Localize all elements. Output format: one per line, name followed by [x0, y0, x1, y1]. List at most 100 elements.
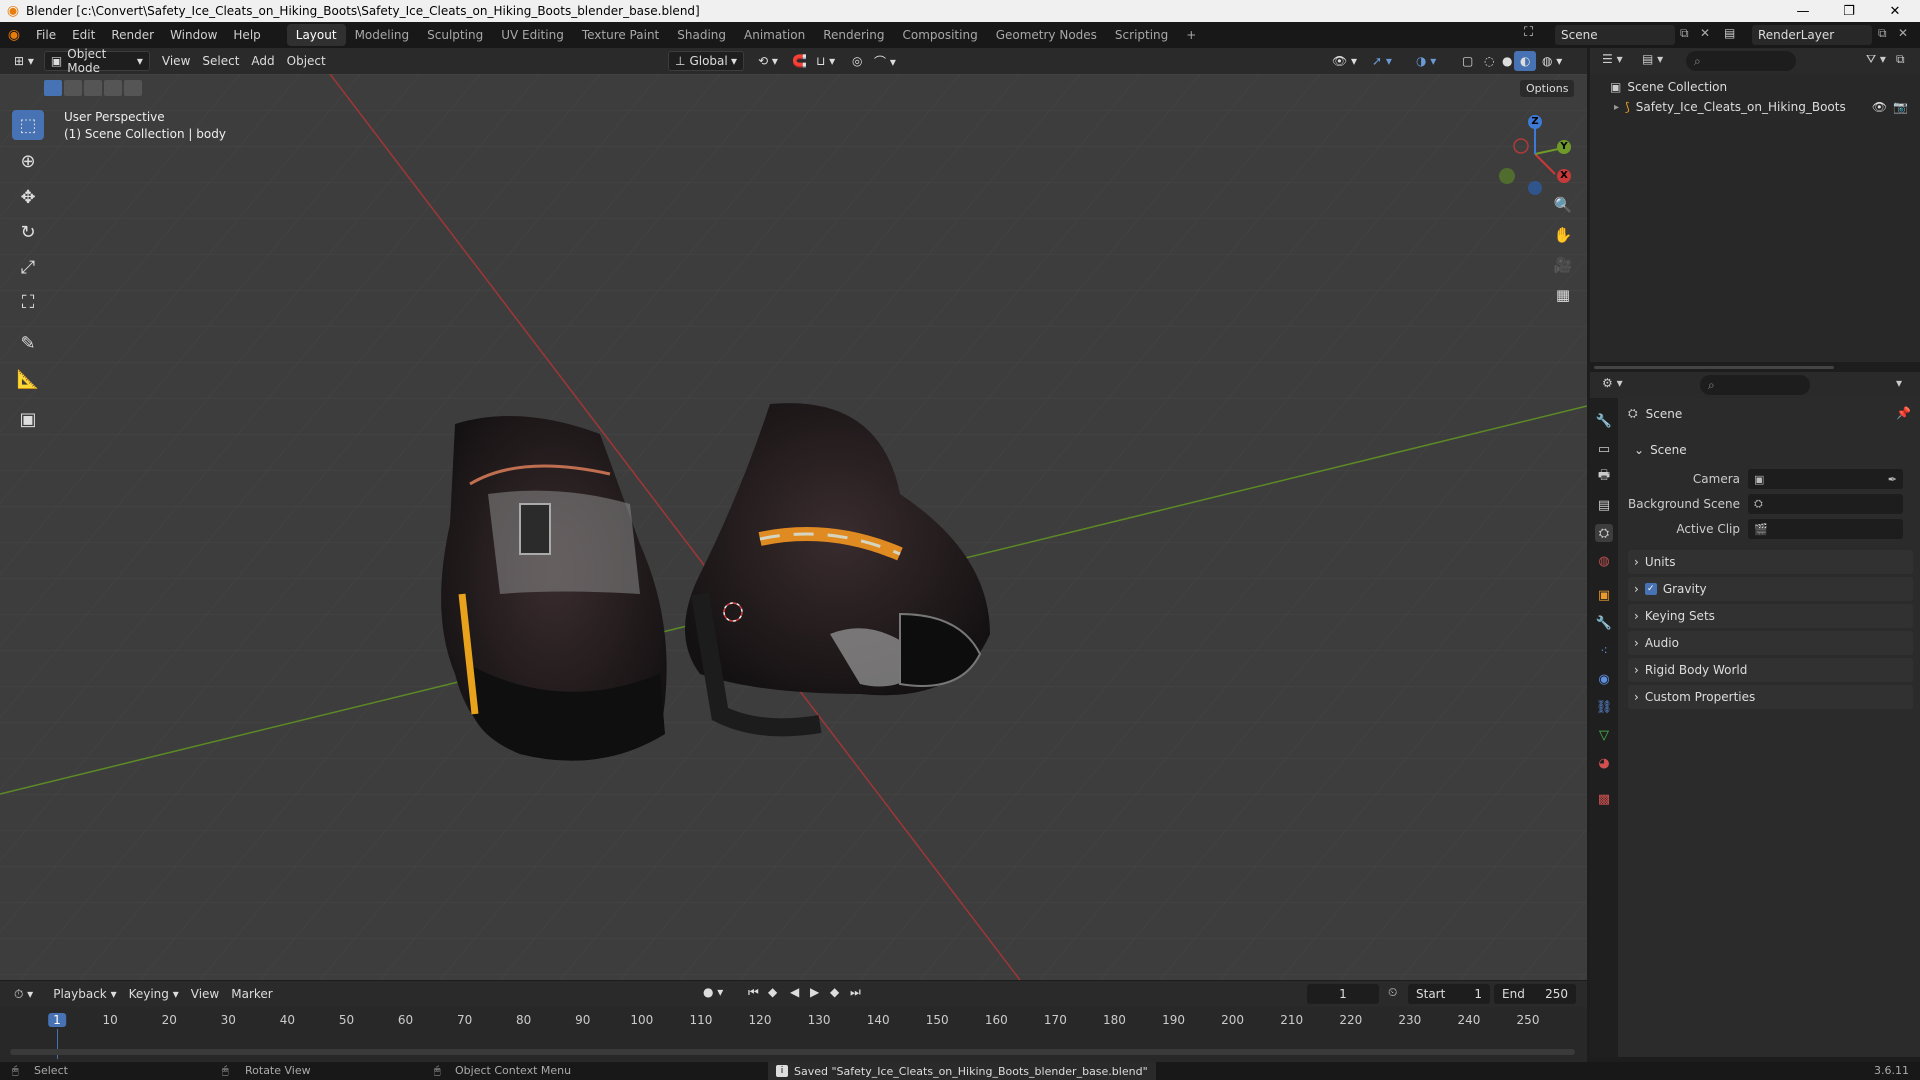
- scene-section-header[interactable]: ⌄ Scene: [1628, 438, 1913, 462]
- options-dropdown[interactable]: Options: [1520, 80, 1575, 97]
- menu-help[interactable]: Help: [225, 22, 268, 48]
- select-intersect-icon[interactable]: [124, 80, 142, 96]
- view-layer-tab-icon[interactable]: ▤: [1595, 496, 1613, 514]
- object-tab-icon[interactable]: ▣: [1595, 586, 1613, 604]
- tab-shading[interactable]: Shading: [668, 24, 735, 46]
- select-extend-icon[interactable]: [64, 80, 82, 96]
- render-layer-field[interactable]: RenderLayer: [1752, 25, 1872, 45]
- gravity-section[interactable]: › ✓ Gravity: [1628, 577, 1913, 601]
- maximize-button[interactable]: ❐: [1826, 0, 1872, 22]
- outliner-scrollbar[interactable]: [1594, 366, 1834, 369]
- scene-selector-icon[interactable]: ⛶: [1524, 25, 1533, 40]
- play-reverse-icon[interactable]: ◀: [790, 985, 799, 999]
- select-box-tool[interactable]: ⬚: [12, 110, 44, 140]
- custom-properties-section[interactable]: › Custom Properties: [1628, 685, 1913, 709]
- tool-tab-icon[interactable]: 🔧: [1595, 412, 1613, 430]
- add-workspace-button[interactable]: +: [1177, 24, 1205, 46]
- pivot-point-icon[interactable]: ⟲ ▾: [752, 51, 784, 71]
- start-frame-field[interactable]: Start 1: [1408, 984, 1490, 1004]
- properties-options-icon[interactable]: ▾: [1896, 376, 1902, 390]
- select-subtract-icon[interactable]: [84, 80, 102, 96]
- visibility-icon[interactable]: 👁 ▾: [1326, 51, 1363, 71]
- gizmo-toggle-icon[interactable]: ➚ ▾: [1366, 51, 1398, 71]
- new-collection-icon[interactable]: ⧉: [1896, 52, 1905, 67]
- tab-scripting[interactable]: Scripting: [1106, 24, 1177, 46]
- menu-file[interactable]: File: [28, 22, 64, 48]
- menu-add[interactable]: Add: [245, 51, 280, 71]
- editor-type-icon[interactable]: ⊞ ▾: [8, 51, 40, 71]
- rotate-tool[interactable]: ↻: [12, 217, 44, 247]
- constraints-tab-icon[interactable]: ⛓: [1595, 698, 1613, 716]
- keying-sets-section[interactable]: › Keying Sets: [1628, 604, 1913, 628]
- background-scene-field[interactable]: ⛭: [1748, 494, 1903, 514]
- select-invert-icon[interactable]: [104, 80, 122, 96]
- cursor-tool[interactable]: ⊕: [12, 146, 44, 176]
- delete-scene-icon[interactable]: ✕: [1700, 26, 1710, 40]
- menu-render[interactable]: Render: [103, 22, 162, 48]
- gravity-checkbox[interactable]: ✓: [1644, 583, 1657, 595]
- camera-field[interactable]: ▣ ✒: [1748, 469, 1903, 489]
- proportional-edit-icon[interactable]: ◎: [846, 51, 868, 71]
- snap-icon[interactable]: 🧲: [786, 51, 813, 71]
- eye-icon[interactable]: 👁: [1872, 100, 1887, 114]
- tab-uv-editing[interactable]: UV Editing: [492, 24, 573, 46]
- properties-editor-icon[interactable]: ⚙ ▾: [1602, 376, 1623, 390]
- material-tab-icon[interactable]: ◕: [1595, 754, 1613, 772]
- select-new-icon[interactable]: [44, 80, 62, 96]
- tab-layout[interactable]: Layout: [286, 24, 346, 46]
- move-tool[interactable]: ✥: [12, 182, 44, 212]
- blender-menu-icon[interactable]: ◉: [0, 27, 28, 43]
- scene-tab-icon[interactable]: ⛭: [1595, 524, 1613, 542]
- display-mode-icon[interactable]: ▤ ▾: [1642, 52, 1663, 66]
- outliner-item[interactable]: ▸ ⟆ Safety_Ice_Cleats_on_Hiking_Boots 👁 …: [1614, 100, 1914, 114]
- camera-render-icon[interactable]: 📷: [1893, 100, 1908, 114]
- transform-orientation-dropdown[interactable]: ⊥ Global ▾: [668, 51, 744, 71]
- overlay-toggle-icon[interactable]: ◑ ▾: [1410, 51, 1442, 71]
- jump-end-icon[interactable]: ⏭: [850, 985, 861, 1000]
- tab-sculpting[interactable]: Sculpting: [418, 24, 492, 46]
- clock-icon[interactable]: ⏲: [1388, 985, 1397, 1000]
- xray-toggle-icon[interactable]: ▢: [1456, 51, 1479, 71]
- tab-compositing[interactable]: Compositing: [893, 24, 986, 46]
- filter-icon[interactable]: ⛛ ▾: [1866, 52, 1886, 67]
- tab-geometry-nodes[interactable]: Geometry Nodes: [987, 24, 1106, 46]
- gizmo-x-axis[interactable]: X: [1557, 169, 1571, 183]
- perspective-toggle-icon[interactable]: ▦: [1550, 282, 1576, 308]
- timeline-view-menu[interactable]: View: [185, 984, 225, 1004]
- keying-menu[interactable]: Keying ▾: [123, 984, 185, 1004]
- timeline-area[interactable]: 1 10 20 30 40 50 60 70 80 90 100 110 120 130 140 150 160…: [0, 1007, 1587, 1062]
- new-layer-icon[interactable]: ⧉: [1878, 26, 1887, 41]
- end-frame-field[interactable]: End 250: [1494, 984, 1576, 1004]
- menu-edit[interactable]: Edit: [64, 22, 103, 48]
- expand-arrow-icon[interactable]: ▸: [1614, 102, 1619, 113]
- properties-search-input[interactable]: ⌕: [1700, 375, 1810, 395]
- transform-tool[interactable]: ⛶: [12, 287, 44, 317]
- current-frame-field[interactable]: 1: [1307, 984, 1379, 1004]
- tab-animation[interactable]: Animation: [735, 24, 814, 46]
- gizmo-y-axis[interactable]: Y: [1557, 140, 1571, 154]
- play-icon[interactable]: ▶: [810, 985, 819, 999]
- texture-tab-icon[interactable]: ▩: [1595, 790, 1613, 808]
- prev-keyframe-icon[interactable]: ◆: [768, 985, 777, 999]
- next-keyframe-icon[interactable]: ◆: [830, 985, 839, 999]
- marker-menu[interactable]: Marker: [225, 984, 278, 1004]
- scene-name-field[interactable]: Scene: [1555, 25, 1675, 45]
- 3d-viewport[interactable]: X Y Z Options User Perspective (1) Scene…: [0, 74, 1587, 980]
- annotate-tool[interactable]: ✎: [12, 328, 44, 358]
- material-shading-icon[interactable]: ◐: [1514, 51, 1537, 71]
- jump-start-icon[interactable]: ⏮: [748, 985, 759, 1000]
- close-button[interactable]: ✕: [1872, 0, 1918, 22]
- pan-hand-icon[interactable]: ✋: [1550, 222, 1576, 248]
- rigid-body-world-section[interactable]: › Rigid Body World: [1628, 658, 1913, 682]
- delete-layer-icon[interactable]: ✕: [1898, 26, 1908, 40]
- zoom-icon[interactable]: 🔍: [1550, 192, 1576, 218]
- playback-menu[interactable]: Playback ▾: [47, 984, 122, 1004]
- world-tab-icon[interactable]: ◍: [1595, 552, 1613, 570]
- snap-target-icon[interactable]: ⊔ ▾: [810, 51, 841, 71]
- menu-view[interactable]: View: [156, 51, 196, 71]
- render-tab-icon[interactable]: ▭: [1595, 440, 1613, 458]
- units-section[interactable]: › Units: [1628, 550, 1913, 574]
- falloff-icon[interactable]: ⌒ ▾: [868, 51, 902, 71]
- particles-tab-icon[interactable]: ⁖: [1595, 642, 1613, 660]
- modifier-tab-icon[interactable]: 🔧: [1595, 614, 1613, 632]
